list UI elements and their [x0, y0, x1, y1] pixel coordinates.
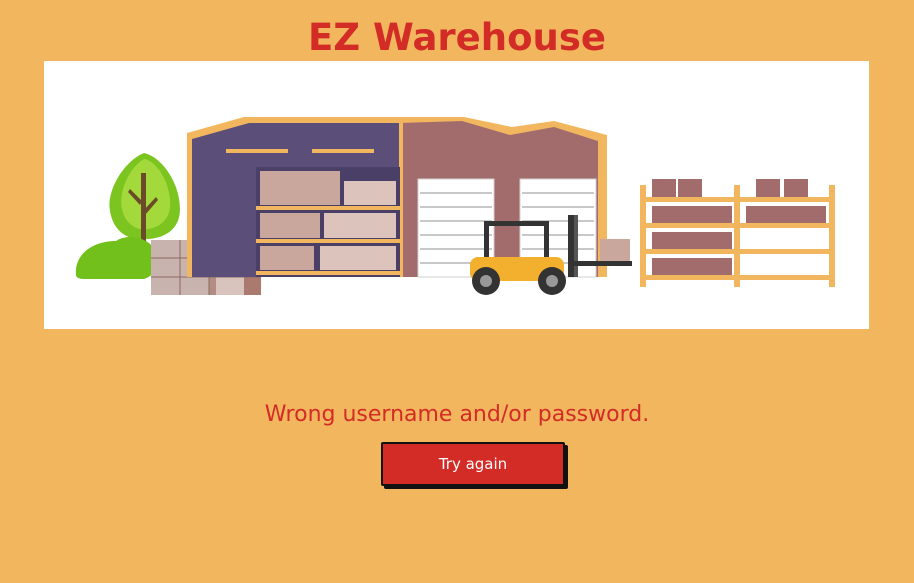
app-title: EZ Warehouse: [307, 16, 606, 59]
warehouse-banner: [44, 61, 869, 329]
warehouse-illustration: [75, 117, 835, 295]
error-message: Wrong username and/or password.: [264, 402, 650, 427]
try-again-button[interactable]: Try again: [381, 442, 565, 486]
pallet-shelf-icon: [640, 179, 835, 287]
